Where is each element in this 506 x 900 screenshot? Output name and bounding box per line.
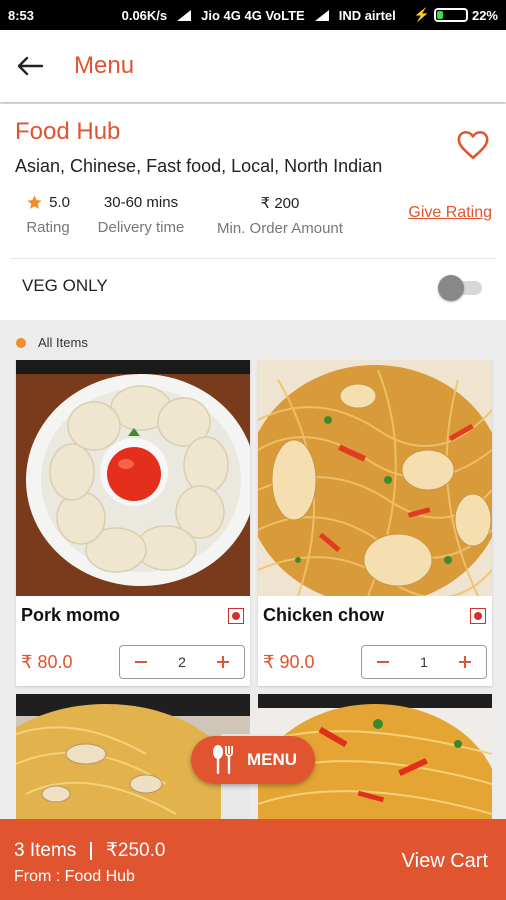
quantity-value: 1 [420,654,428,670]
cart-bar[interactable]: 3 Items ₹250.0 From : Food Hub View Cart [0,819,506,900]
cart-summary: 3 Items ₹250.0 [14,839,165,862]
non-veg-icon [470,608,486,624]
minus-button[interactable] [130,651,152,673]
quantity-stepper: 1 [361,645,487,679]
minus-icon [377,661,389,663]
plus-icon [458,656,471,668]
rating-value: 5.0 [49,194,70,211]
carrier-2: IND airtel [338,7,396,23]
signal-icon [314,9,329,21]
delivery-label: Delivery time [97,219,185,236]
menu-item-card[interactable]: Chicken chow ₹ 90.0 1 [258,360,492,686]
menu-fab-label: MENU [247,750,298,769]
battery-percent: 22% [471,7,498,23]
restaurant-cuisines: Asian, Chinese, Fast food, Local, North … [15,156,383,176]
cart-restaurant: From : Food Hub [14,868,135,885]
plus-button[interactable] [212,651,234,673]
plus-icon [216,656,229,668]
restaurant-card: Food Hub Asian, Chinese, Fast food, Loca… [0,104,506,320]
view-cart-button[interactable]: View Cart [402,850,488,873]
min-order-value: ₹ 200 [260,195,300,212]
min-order-label: Min. Order Amount [217,220,343,237]
favorite-heart-icon[interactable] [456,128,490,162]
minus-icon [135,661,147,663]
delivery-stat: 30-60 mins Delivery time [90,194,192,236]
delivery-value: 30-60 mins [103,194,179,211]
back-button[interactable] [0,30,60,102]
arrow-left-icon [17,56,44,76]
menu-item-card[interactable]: Pork momo ₹ 80.0 2 [16,360,250,686]
signal-icon [177,9,192,21]
page-title: Menu [74,52,135,79]
status-time: 8:53 [8,7,35,23]
restaurant-name: Food Hub [15,118,121,145]
chicken-chow-image [258,360,492,596]
battery-icon [433,8,468,22]
network-speed: 0.06K/s [121,7,168,23]
fork-spoon-icon [213,745,233,774]
category-dot-icon [16,337,26,348]
item-name: Pork momo [21,605,121,625]
non-veg-icon [228,608,244,624]
category-label: All Items [16,335,88,350]
minus-button[interactable] [372,651,394,673]
item-price: ₹ 90.0 [263,652,315,672]
star-icon [27,195,42,209]
battery: ⚡ 22% [414,7,498,23]
give-rating-link[interactable]: Give Rating [408,204,492,222]
cart-separator [90,841,92,860]
divider [10,258,496,259]
item-price: ₹ 80.0 [21,652,73,672]
rating-stat: 5.0 Rating [22,194,74,236]
min-order-stat: ₹ 200 Min. Order Amount [206,194,354,237]
status-bar: 8:53 0.06K/s Jio 4G 4G VoLTE IND airtel … [0,0,506,30]
cart-item-count: 3 Items [14,839,77,861]
category-name: All Items [38,335,88,350]
menu-fab-button[interactable]: MENU [191,736,315,784]
pork-momo-image [16,360,250,596]
carrier-1: Jio 4G 4G VoLTE [201,7,305,23]
toggle-knob [438,275,464,301]
quantity-stepper: 2 [119,645,245,679]
plus-button[interactable] [454,651,476,673]
cart-total: ₹250.0 [105,840,166,861]
veg-only-label: VEG ONLY [22,276,108,295]
quantity-value: 2 [178,654,186,670]
charging-icon: ⚡ [413,7,430,22]
status-indicators: 0.06K/s Jio 4G 4G VoLTE IND airtel ⚡ 22% [122,7,498,23]
veg-only-toggle[interactable] [438,272,484,301]
app-bar: Menu [0,30,506,102]
item-name: Chicken chow [263,605,385,625]
rating-label: Rating [26,219,70,236]
